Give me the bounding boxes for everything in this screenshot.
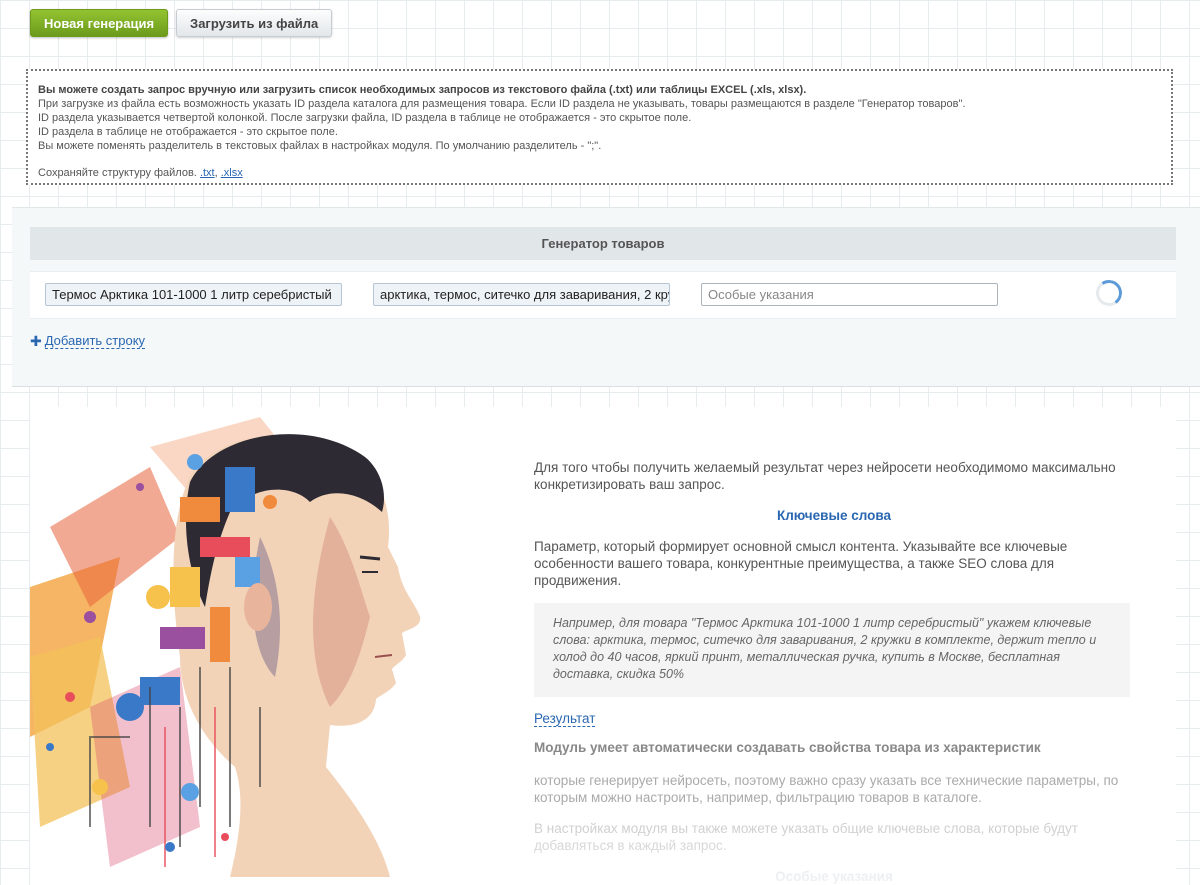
module-title: Модуль умеет автоматически создавать сво… <box>534 740 1041 755</box>
toolbar: Новая генерация Загрузить из файла <box>30 9 333 37</box>
keywords-description: Параметр, который формирует основной смы… <box>534 539 1068 588</box>
info-line-2: При загрузке из файла есть возможность у… <box>38 98 966 110</box>
keywords-example: Например, для товара "Термос Арктика 101… <box>534 603 1130 697</box>
help-content: Для того чтобы получить желаемый результ… <box>534 459 1134 885</box>
special-instructions-input[interactable] <box>701 283 998 306</box>
help-card: Для того чтобы получить желаемый результ… <box>30 407 1176 885</box>
generator-panel: Генератор товаров Термос Арктика 101-100… <box>12 207 1200 387</box>
loading-spinner-icon <box>1093 277 1125 309</box>
new-generation-button[interactable]: Новая генерация <box>30 9 169 37</box>
info-box: Вы можете создать запрос вручную или заг… <box>26 69 1173 185</box>
result-link[interactable]: Результат <box>534 711 596 727</box>
upload-from-file-button[interactable]: Загрузить из файла <box>176 9 333 37</box>
module-description: которые генерирует нейросеть, поэтому ва… <box>534 773 1119 805</box>
plus-icon: ✚ <box>30 333 42 349</box>
product-name-field[interactable]: Термос Арктика 101-1000 1 литр серебрист… <box>45 283 342 306</box>
file-structure-label: Сохраняйте структуру файлов. <box>38 167 197 179</box>
generator-title: Генератор товаров <box>30 227 1176 260</box>
file-structure-line: Сохраняйте структуру файлов. .txt, .xlsx <box>38 167 243 179</box>
keywords-field[interactable]: арктика, термос, ситечко для заваривания… <box>373 283 670 306</box>
add-row-link[interactable]: ✚ Добавить строку <box>30 333 146 350</box>
settings-note: В настройках модуля вы также можете указ… <box>534 821 1078 853</box>
info-line-4: ID раздела в таблице не отображается - э… <box>38 126 338 138</box>
keywords-title: Ключевые слова <box>776 508 892 523</box>
txt-template-link[interactable]: .txt <box>200 167 215 179</box>
help-intro: Для того чтобы получить желаемый результ… <box>534 460 1116 492</box>
special-instructions-title: Особые указания <box>775 869 893 884</box>
xlsx-template-link[interactable]: .xlsx <box>221 167 243 179</box>
add-row-label: Добавить строку <box>44 333 146 349</box>
info-line-5: Вы можете поменять разделитель в текстов… <box>38 140 602 152</box>
info-line-1: Вы можете создать запрос вручную или заг… <box>38 84 807 96</box>
info-line-3: ID раздела указывается четвертой колонко… <box>38 112 692 124</box>
ai-head-illustration <box>30 417 421 877</box>
generator-row: Термос Арктика 101-1000 1 литр серебрист… <box>30 271 1176 319</box>
